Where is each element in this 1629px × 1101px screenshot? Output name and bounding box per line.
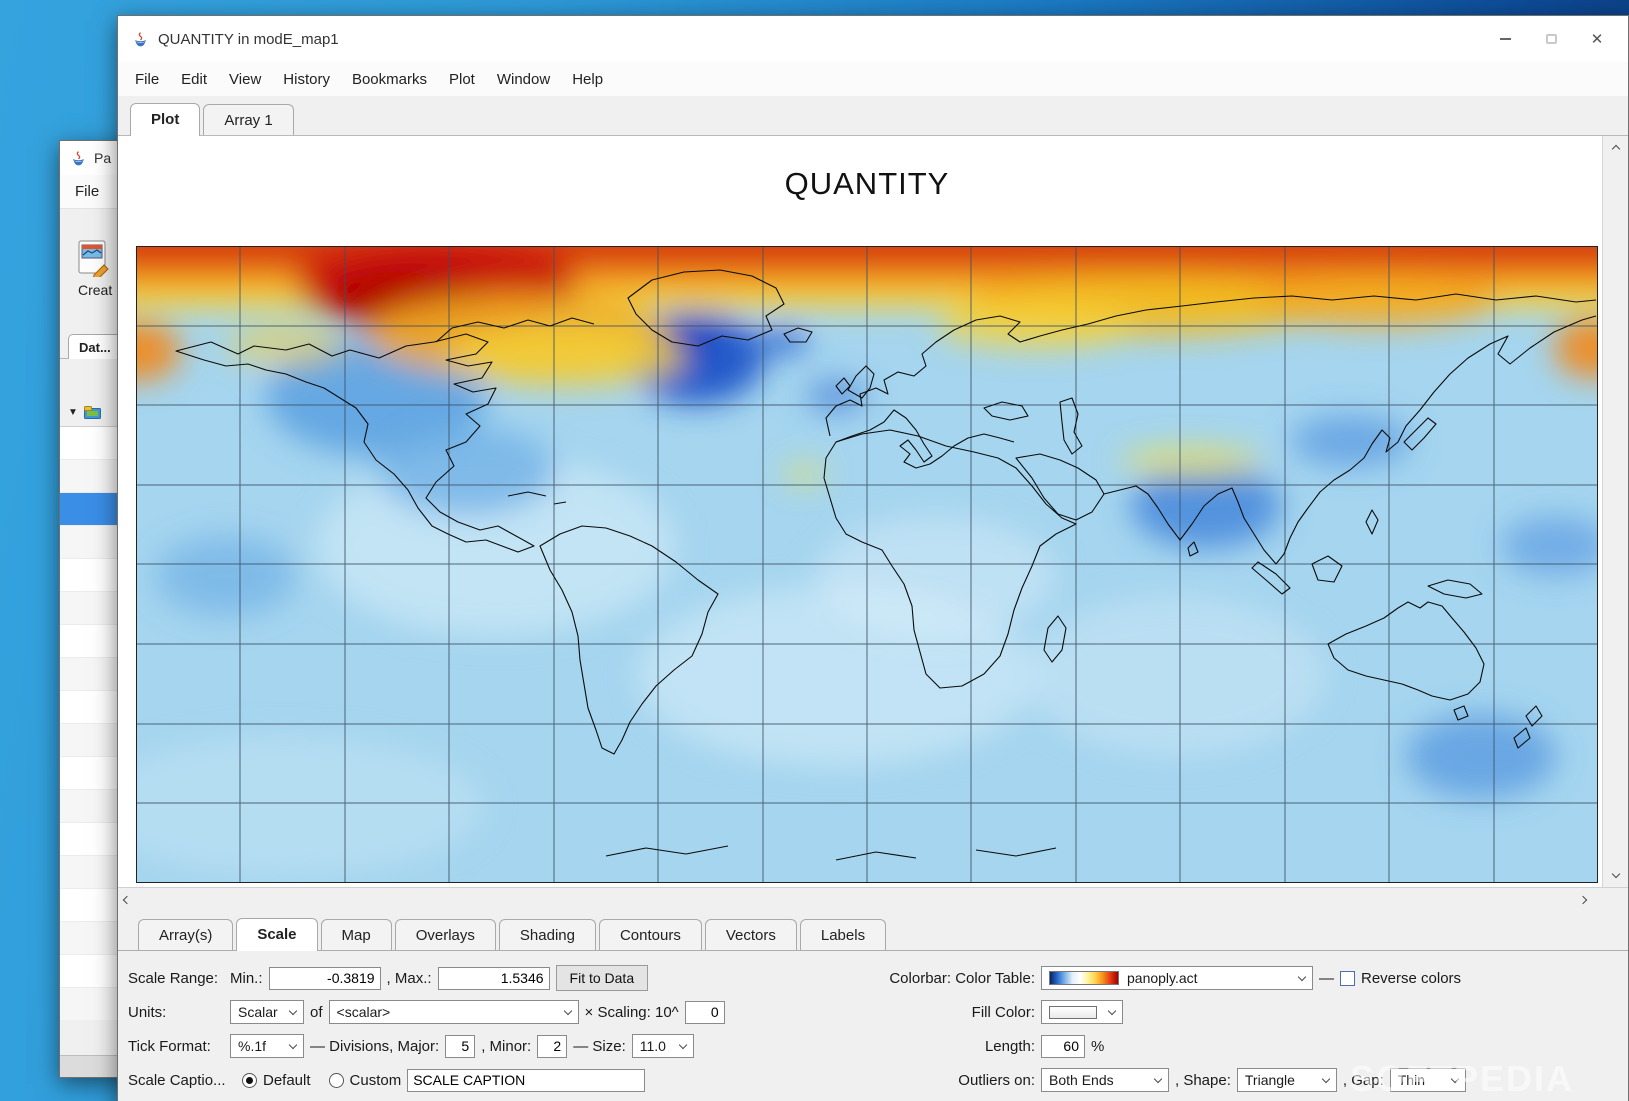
top-tabstrip: Plot Array 1: [118, 96, 1628, 136]
caption-custom-label: Custom: [350, 1072, 402, 1089]
minor-divisions-input[interactable]: [537, 1035, 567, 1058]
close-button[interactable]: ✕: [1574, 16, 1620, 62]
outliers-label: Outliers on:: [863, 1072, 1035, 1089]
chevron-left-icon: [123, 895, 131, 903]
menu-item-edit[interactable]: Edit: [170, 65, 218, 94]
color-table-combo[interactable]: panoply.act: [1041, 966, 1313, 990]
horizontal-scrollbar[interactable]: [118, 887, 1628, 909]
fill-color-swatch: [1049, 1006, 1097, 1019]
tab-datasets[interactable]: Dat...: [68, 334, 122, 359]
shape-combo[interactable]: Triangle: [1237, 1068, 1337, 1092]
outliers-combo[interactable]: Both Ends: [1041, 1068, 1169, 1092]
length-label: Length:: [863, 1038, 1035, 1055]
tab-vectors[interactable]: Vectors: [705, 919, 797, 950]
plot-window-titlebar[interactable]: QUANTITY in modE_map1 ✕: [118, 16, 1628, 62]
create-plot-icon[interactable]: [76, 239, 110, 277]
menu-item-plot[interactable]: Plot: [438, 65, 486, 94]
reverse-colors-checkbox[interactable]: [1340, 971, 1355, 986]
panoply-window-title: Pa: [94, 150, 111, 166]
tab-overlays[interactable]: Overlays: [395, 919, 496, 950]
java-icon: [132, 31, 149, 48]
chevron-down-icon: [1611, 870, 1619, 878]
tab-arrays[interactable]: Array(s): [138, 919, 233, 950]
max-input[interactable]: [438, 967, 550, 990]
divisions-label: — Divisions, Major:: [310, 1038, 439, 1055]
color-table-label: Color Table:: [955, 970, 1035, 987]
plot-window: QUANTITY in modE_map1 ✕ File Edit View H…: [117, 15, 1629, 1101]
minor-label: , Minor:: [481, 1038, 531, 1055]
create-button-label[interactable]: Creat: [78, 282, 112, 298]
tab-plot[interactable]: Plot: [130, 103, 200, 136]
units-combo[interactable]: Scalar: [230, 1000, 304, 1024]
caption-default-radio[interactable]: [242, 1073, 257, 1088]
reverse-colors-label: Reverse colors: [1361, 970, 1461, 987]
menu-item-history[interactable]: History: [272, 65, 341, 94]
scroll-down-button[interactable]: [1603, 863, 1629, 887]
plot-window-title: QUANTITY in modE_map1: [158, 31, 1473, 48]
min-label: Min.:: [230, 970, 263, 987]
tab-shading[interactable]: Shading: [499, 919, 596, 950]
separator-dash: —: [1319, 970, 1334, 987]
of-label: of: [310, 1004, 323, 1021]
caption-input[interactable]: [407, 1069, 645, 1092]
size-combo[interactable]: 11.0: [632, 1034, 694, 1058]
window-controls: ✕: [1482, 16, 1620, 62]
scroll-right-button[interactable]: [1580, 890, 1586, 908]
fill-color-label: Fill Color:: [863, 1004, 1035, 1021]
shape-label: , Shape:: [1175, 1072, 1231, 1089]
scroll-left-button[interactable]: [124, 890, 130, 908]
major-divisions-input[interactable]: [445, 1035, 475, 1058]
fill-color-combo[interactable]: [1041, 1000, 1123, 1024]
tick-format-combo[interactable]: %.1f: [230, 1034, 304, 1058]
menu-item-window[interactable]: Window: [486, 65, 561, 94]
scroll-up-button[interactable]: [1603, 136, 1629, 160]
tab-array1[interactable]: Array 1: [203, 104, 293, 135]
tick-format-label: Tick Format:: [128, 1038, 224, 1055]
menu-item-bookmarks[interactable]: Bookmarks: [341, 65, 438, 94]
menu-item-file[interactable]: File: [64, 177, 110, 206]
plot-title: QUANTITY: [136, 166, 1598, 202]
maximize-icon: [1546, 34, 1557, 44]
size-label: — Size:: [573, 1038, 626, 1055]
minimize-button[interactable]: [1482, 16, 1528, 62]
chevron-up-icon: [1611, 145, 1619, 153]
colorbar-label: Colorbar:: [889, 970, 951, 987]
desktop: Pa File Creat Dat... ▼: [0, 0, 1629, 1101]
min-input[interactable]: [269, 967, 381, 990]
menu-item-file[interactable]: File: [124, 65, 170, 94]
tab-map[interactable]: Map: [321, 919, 392, 950]
length-input[interactable]: [1041, 1035, 1085, 1058]
bottom-tabstrip: Array(s) Scale Map Overlays Shading Cont…: [118, 909, 1628, 951]
scaling-exponent-input[interactable]: [685, 1001, 725, 1024]
tree-expander-icon[interactable]: ▼: [68, 407, 78, 418]
softpedia-watermark: SOFTPEDIA: [1350, 1058, 1574, 1100]
maximize-button[interactable]: [1528, 16, 1574, 62]
scale-range-label: Scale Range:: [128, 970, 224, 987]
tab-labels[interactable]: Labels: [800, 919, 886, 950]
tab-scale[interactable]: Scale: [236, 918, 317, 951]
fit-to-data-button[interactable]: Fit to Data: [556, 965, 649, 991]
scaling-label: × Scaling: 10^: [585, 1004, 679, 1021]
close-icon: ✕: [1591, 30, 1604, 48]
scale-panel-left: Scale Range: Min.: , Max.: Fit to Data U…: [128, 961, 725, 1097]
dataset-icon: [84, 406, 101, 419]
plot-window-menubar: File Edit View History Bookmarks Plot Wi…: [118, 62, 1628, 96]
vertical-scrollbar[interactable]: [1602, 136, 1628, 887]
length-unit-label: %: [1091, 1038, 1104, 1055]
color-table-gradient-swatch: [1049, 971, 1119, 985]
plot-content-area: QUANTITY: [118, 136, 1628, 887]
tab-contours[interactable]: Contours: [599, 919, 702, 950]
world-map-plot: [136, 246, 1598, 883]
caption-default-label: Default: [263, 1072, 311, 1089]
java-icon: [70, 150, 87, 167]
menu-item-view[interactable]: View: [218, 65, 272, 94]
menu-item-help[interactable]: Help: [561, 65, 614, 94]
variable-combo[interactable]: <scalar>: [329, 1000, 579, 1024]
minimize-icon: [1500, 38, 1511, 40]
chevron-right-icon: [1579, 895, 1587, 903]
caption-custom-radio[interactable]: [329, 1073, 344, 1088]
scale-caption-label: Scale Captio...: [128, 1072, 224, 1089]
max-label: , Max.:: [387, 970, 432, 987]
units-label: Units:: [128, 1004, 224, 1021]
